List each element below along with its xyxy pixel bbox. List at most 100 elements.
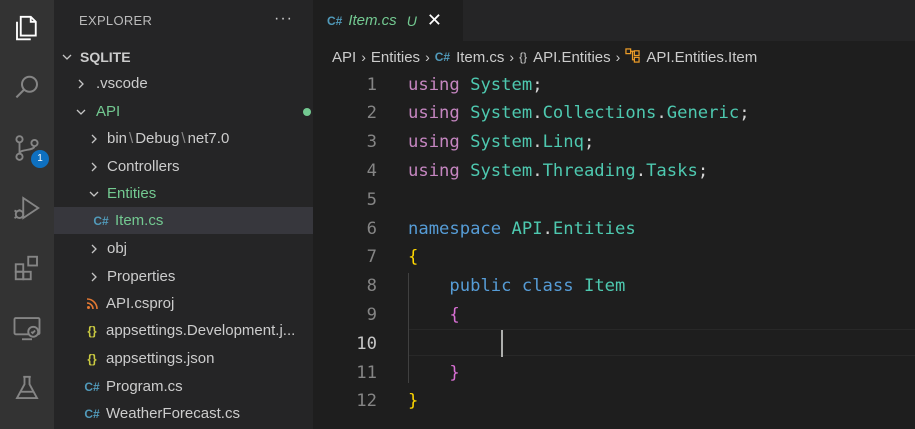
code-text: public class Item <box>408 276 625 296</box>
breadcrumb-item[interactable]: Entities <box>371 49 420 66</box>
search-icon[interactable] <box>7 68 47 108</box>
csharp-icon: C# <box>327 13 343 28</box>
code-text: using System.Collections.Generic; <box>408 103 750 123</box>
activity-bar: 1 <box>0 0 54 429</box>
chevron-right-icon <box>87 133 101 145</box>
chevron-right-icon <box>74 78 88 90</box>
path-separator: \ <box>129 130 134 147</box>
code-token: Generic <box>666 103 740 124</box>
code-line[interactable]: 9 { <box>313 300 915 329</box>
class-icon <box>625 48 640 66</box>
code-line[interactable]: 8 public class Item <box>313 272 915 301</box>
tree-item-item-cs[interactable]: C# Item.cs U <box>54 207 313 234</box>
tab-bar: C# Item.cs U ✕ <box>313 0 915 41</box>
tree-item-properties[interactable]: Properties <box>54 263 313 290</box>
text-cursor <box>501 330 503 357</box>
line-number: 6 <box>366 218 377 239</box>
breadcrumb-item[interactable]: Item.cs <box>456 49 504 66</box>
code-token: using <box>408 103 460 124</box>
line-number: 9 <box>366 304 377 325</box>
code-token: ; <box>697 160 709 181</box>
tree-item-appsettings[interactable]: {} appsettings.json <box>54 345 313 372</box>
line-number: 7 <box>366 247 377 268</box>
code-line[interactable]: 1 using System; <box>313 70 915 99</box>
code-token: . <box>542 218 553 239</box>
tree-item-obj[interactable]: obj <box>54 235 313 262</box>
code-token: using <box>408 132 460 153</box>
csharp-icon: C# <box>84 406 100 421</box>
tree-item-label: appsettings.Development.j... <box>106 322 296 339</box>
tree-item-weatherforecast-cs[interactable]: C# WeatherForecast.cs <box>54 400 313 427</box>
code-token: { <box>408 247 419 268</box>
testing-icon[interactable] <box>7 368 47 408</box>
code-text: { <box>408 304 460 325</box>
remote-explorer-icon[interactable] <box>7 308 47 348</box>
run-debug-icon[interactable] <box>7 188 47 228</box>
code-line[interactable]: 7{ <box>313 243 915 272</box>
path-part: net7.0 <box>187 130 230 147</box>
code-text: using System; <box>408 75 543 95</box>
tree-item-entities[interactable]: Entities <box>54 180 313 207</box>
tree-item-api[interactable]: API <box>54 98 313 125</box>
tree-item-label: WeatherForecast.cs <box>106 405 240 422</box>
source-control-icon[interactable]: 1 <box>7 128 49 168</box>
code-text: using System.Linq; <box>408 132 594 152</box>
code-token: . <box>532 160 543 181</box>
breadcrumb-item[interactable]: API <box>332 49 356 66</box>
tree-item-label: Properties <box>107 268 176 285</box>
path-part: bin <box>107 130 128 147</box>
more-actions-icon[interactable]: ··· <box>274 10 293 28</box>
code-token: Item <box>583 276 626 297</box>
close-icon[interactable]: ✕ <box>427 10 442 31</box>
explorer-title: EXPLORER <box>79 13 153 28</box>
code-line[interactable]: 4 using System.Threading.Tasks; <box>313 156 915 185</box>
extensions-icon[interactable] <box>7 248 47 288</box>
tree-item-controllers[interactable]: Controllers <box>54 153 313 180</box>
code-line[interactable]: 3 using System.Linq; <box>313 128 915 157</box>
tree-item-label: Item.cs <box>115 212 164 229</box>
tree-item-appsettings-dev[interactable]: {} appsettings.Development.j... <box>54 317 313 344</box>
explorer-icon[interactable] <box>7 8 47 48</box>
code-token: using <box>408 160 460 181</box>
code-line[interactable]: 5 <box>313 185 915 214</box>
code-text: { <box>408 247 418 267</box>
code-token: . <box>656 103 667 124</box>
tree-item-program-cs[interactable]: C# Program.cs <box>54 373 313 400</box>
code-line[interactable]: 11 } <box>313 358 915 387</box>
chevron-right-icon <box>87 271 101 283</box>
workspace-folder[interactable]: SQLITE <box>54 43 313 70</box>
code-token: System <box>470 160 533 181</box>
chevron-right-icon: › <box>615 49 621 65</box>
code-line[interactable]: 6 namespace API.Entities <box>313 214 915 243</box>
code-token: { <box>449 304 460 325</box>
line-number: 2 <box>366 103 377 124</box>
breadcrumb-item[interactable]: API.Entities <box>533 49 611 66</box>
code-token: ; <box>532 74 543 95</box>
chevron-down-icon <box>87 188 101 200</box>
line-number: 5 <box>366 189 377 210</box>
rss-icon <box>83 297 101 310</box>
tree-item-vscode[interactable]: .vscode <box>54 70 313 97</box>
code-token: . <box>532 132 543 153</box>
source-control-badge: 1 <box>31 150 49 168</box>
chevron-right-icon: › <box>425 49 430 65</box>
code-token: API <box>511 218 543 239</box>
code-line[interactable]: 10 <box>313 329 915 358</box>
chevron-right-icon: › <box>361 49 366 65</box>
path-part: Debug <box>135 130 180 147</box>
tree-item-api-csproj[interactable]: API.csproj <box>54 290 313 317</box>
breadcrumb-item[interactable]: API.Entities.Item <box>646 49 757 66</box>
code-text: using System.Threading.Tasks; <box>408 161 708 181</box>
path-separator: \ <box>181 130 186 147</box>
tree-item-label: Controllers <box>107 158 180 175</box>
code-line[interactable]: 2 using System.Collections.Generic; <box>313 99 915 128</box>
code-token: ; <box>739 103 750 124</box>
tree-item-bin[interactable]: bin \ Debug \ net7.0 <box>54 125 313 152</box>
tab-item-cs[interactable]: C# Item.cs U ✕ <box>313 0 463 41</box>
code-token: System <box>470 103 533 124</box>
modified-dot <box>303 108 311 116</box>
code-line[interactable]: 12} <box>313 387 915 416</box>
tab-status: U <box>406 12 417 29</box>
